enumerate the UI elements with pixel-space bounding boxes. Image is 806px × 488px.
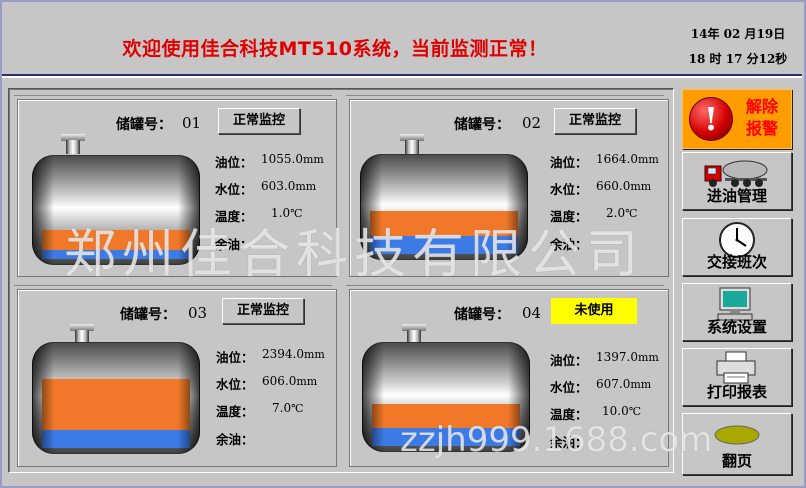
water-level-fill bbox=[370, 235, 518, 254]
temperature-reading: 温度： 10.0℃ bbox=[550, 404, 672, 424]
tank-graphic bbox=[362, 342, 530, 452]
remaining-oil-label: 余油： bbox=[215, 237, 253, 252]
water-level-label: 水位： bbox=[550, 380, 588, 395]
water-level-reading: 水位： 603.0mm bbox=[215, 179, 337, 199]
system-settings-button[interactable]: 系统设置 bbox=[682, 283, 792, 341]
oil-level-label: 油位： bbox=[550, 353, 588, 368]
temperature-reading: 温度： 2.0℃ bbox=[550, 206, 672, 226]
page-turn-button[interactable]: 翻页 bbox=[682, 413, 792, 475]
oil-level-reading: 油位： 2394.0mm bbox=[216, 347, 338, 367]
temperature-value: 7.0℃ bbox=[272, 401, 304, 415]
temperature-label: 温度： bbox=[215, 209, 253, 224]
oil-level-label: 油位： bbox=[550, 155, 588, 170]
water-level-label: 水位： bbox=[550, 182, 588, 197]
oil-level-value: 1664.0mm bbox=[596, 152, 659, 166]
tanks-panel: 储罐号： 01 正常监控 油位： 1055.0mm 水位： 603.0mm 温度… bbox=[8, 88, 674, 473]
tank-graphic bbox=[32, 342, 200, 454]
oil-level-reading: 油位： 1397.0mm bbox=[550, 350, 672, 370]
tank-graphic bbox=[360, 154, 528, 260]
remaining-oil-reading: 余油： bbox=[550, 234, 672, 254]
header-divider-highlight bbox=[2, 76, 802, 78]
water-level-label: 水位： bbox=[216, 377, 254, 392]
tank-status-button[interactable]: 未使用 bbox=[551, 298, 637, 324]
oil-level-label: 油位： bbox=[215, 155, 253, 170]
oil-level-value: 1397.0mm bbox=[596, 350, 659, 364]
time-display: 18 时 17 分12秒 bbox=[688, 52, 788, 66]
water-level-value: 607.0mm bbox=[596, 377, 652, 391]
tank-number: 02 bbox=[522, 114, 542, 132]
water-level-fill bbox=[372, 428, 520, 446]
shift-handover-button[interactable]: 交接班次 bbox=[682, 218, 792, 276]
remaining-oil-reading: 余油： bbox=[216, 429, 338, 449]
temperature-label: 温度： bbox=[550, 407, 588, 422]
remaining-oil-label: 余油： bbox=[550, 435, 588, 450]
tank-status-button[interactable]: 正常监控 bbox=[218, 108, 300, 134]
temperature-reading: 温度： 1.0℃ bbox=[215, 206, 337, 226]
temperature-label: 温度： bbox=[216, 404, 254, 419]
oil-level-value: 1055.0mm bbox=[261, 152, 324, 166]
page-turn-icon bbox=[714, 425, 760, 445]
welcome-title: 欢迎使用佳合科技MT510系统，当前监测正常！ bbox=[122, 38, 548, 60]
tank-card-02: 储罐号： 02 正常监控 油位： 1664.0mm 水位： 660.0mm 温度… bbox=[346, 95, 672, 277]
tank-number: 04 bbox=[522, 304, 542, 322]
oil-intake-button[interactable]: 进油管理 bbox=[682, 152, 792, 210]
print-report-label: 打印报表 bbox=[706, 383, 767, 401]
tank-number-label: 储罐号： bbox=[454, 307, 510, 323]
tank-status-button[interactable]: 正常监控 bbox=[222, 298, 304, 324]
date-display: 14年 02 月19日 bbox=[690, 27, 786, 41]
oil-level-value: 2394.0mm bbox=[262, 347, 325, 361]
tank-neck bbox=[405, 140, 419, 154]
water-level-value: 606.0mm bbox=[262, 374, 318, 388]
tank-graphic bbox=[32, 155, 200, 265]
oil-level-reading: 油位： 1664.0mm bbox=[550, 152, 672, 172]
shift-handover-label: 交接班次 bbox=[706, 253, 767, 271]
temperature-value: 1.0℃ bbox=[271, 206, 303, 220]
water-level-value: 660.0mm bbox=[596, 179, 652, 193]
temperature-value: 10.0℃ bbox=[602, 404, 642, 418]
remaining-oil-reading: 余油： bbox=[215, 234, 337, 254]
system-settings-label: 系统设置 bbox=[706, 318, 767, 336]
temperature-label: 温度： bbox=[550, 209, 588, 224]
tank-number-label: 储罐号： bbox=[120, 307, 176, 323]
page-turn-label: 翻页 bbox=[721, 452, 752, 470]
tank-number: 03 bbox=[188, 304, 208, 322]
printer-icon bbox=[716, 351, 756, 384]
temperature-reading: 温度： 7.0℃ bbox=[216, 401, 338, 421]
oil-intake-label: 进油管理 bbox=[706, 187, 767, 205]
tank-card-01: 储罐号： 01 正常监控 油位： 1055.0mm 水位： 603.0mm 温度… bbox=[14, 95, 337, 277]
water-level-fill bbox=[42, 250, 190, 259]
oil-level-reading: 油位： 1055.0mm bbox=[215, 152, 337, 172]
clear-alarm-button[interactable]: ! 解除 报警 bbox=[682, 89, 792, 149]
alarm-warning-icon: ! bbox=[689, 97, 733, 141]
oil-level-label: 油位： bbox=[216, 350, 254, 365]
water-level-fill bbox=[42, 430, 190, 448]
water-level-reading: 水位： 607.0mm bbox=[550, 377, 672, 397]
remaining-oil-label: 余油： bbox=[550, 237, 588, 252]
water-level-value: 603.0mm bbox=[261, 179, 317, 193]
temperature-value: 2.0℃ bbox=[606, 206, 638, 220]
print-report-button[interactable]: 打印报表 bbox=[682, 348, 792, 406]
water-level-reading: 水位： 606.0mm bbox=[216, 374, 338, 394]
tank-status-button[interactable]: 正常监控 bbox=[554, 108, 636, 134]
tank-card-04: 储罐号： 04 未使用 油位： 1397.0mm 水位： 607.0mm 温度：… bbox=[346, 285, 672, 467]
tank-card-03: 储罐号： 03 正常监控 油位： 2394.0mm 水位： 606.0mm 温度… bbox=[14, 285, 338, 467]
tank-neck bbox=[66, 140, 80, 154]
tank-number-label: 储罐号： bbox=[116, 117, 172, 133]
clear-alarm-label: 解除 报警 bbox=[745, 97, 778, 138]
water-level-reading: 水位： 660.0mm bbox=[550, 179, 672, 199]
remaining-oil-reading: 余油： bbox=[550, 432, 672, 452]
tank-number-label: 储罐号： bbox=[454, 117, 510, 133]
water-level-label: 水位： bbox=[215, 182, 253, 197]
remaining-oil-label: 余油： bbox=[216, 432, 254, 447]
tank-number: 01 bbox=[182, 114, 202, 132]
